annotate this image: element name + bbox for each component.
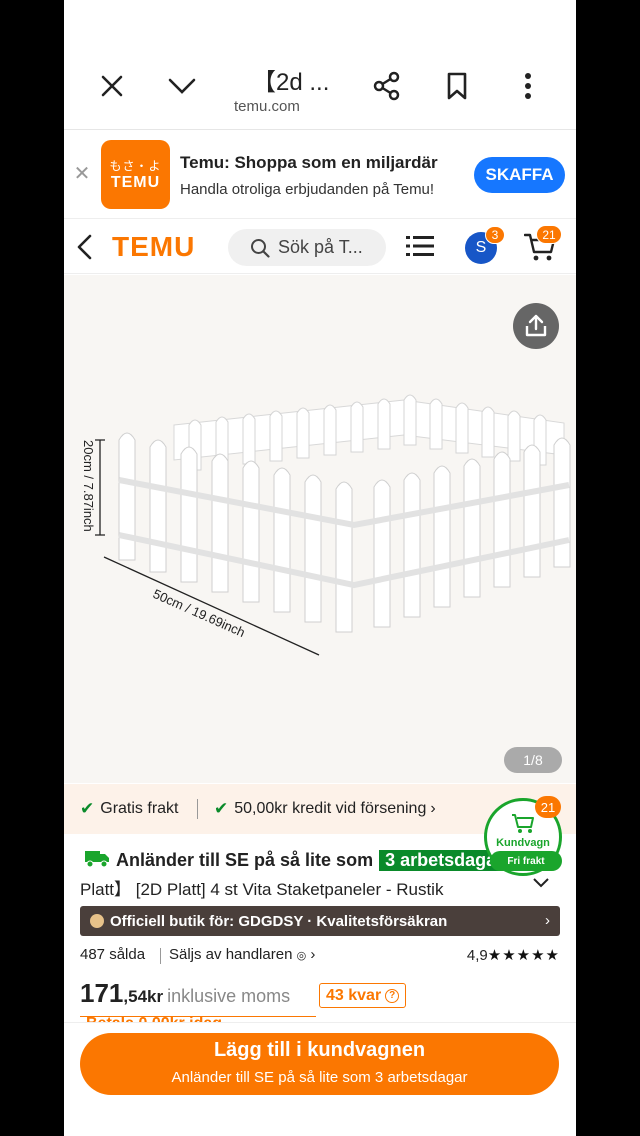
star-rating-icon: ★★★★★	[487, 947, 560, 964]
search-placeholder: Sök på T...	[278, 237, 363, 257]
verified-seal-icon	[90, 914, 104, 928]
seller-label: Säljs av handlaren	[169, 946, 293, 963]
add-to-cart-button[interactable]: Lägg till i kundvagnen Anländer till SE …	[80, 1033, 559, 1095]
price-decimal: ,54kr	[123, 987, 164, 1006]
delay-credit: ✔ 50,00kr kredit vid försening ›	[214, 799, 436, 819]
temu-app-logo: もさ・よ TEMU	[101, 140, 170, 209]
price-note: inklusive moms	[167, 986, 291, 1006]
tab-title: 【2d ...	[252, 69, 330, 96]
official-store-bar[interactable]: Officiell butik för: GDGDSY · Kvalitetsf…	[80, 906, 560, 936]
chevron-right-icon: ›	[310, 946, 316, 963]
fence-product-image: 20cm / 7.87inch 50cm / 19.69inch	[81, 394, 571, 656]
cart-count-badge: 21	[536, 225, 562, 244]
stock-label: 43 kvar	[326, 986, 382, 1004]
width-dimension-label: 50cm / 19.69inch	[151, 586, 248, 640]
share-icon[interactable]	[369, 68, 405, 104]
price-main: 171	[80, 978, 124, 1008]
product-image-carousel[interactable]: 20cm / 7.87inch 50cm / 19.69inch 1/8	[64, 275, 576, 783]
divider	[160, 948, 161, 964]
free-shipping-tag: Fri frakt	[490, 851, 562, 871]
floating-cart-badge: 21	[535, 796, 561, 818]
floating-cart-label: Kundvagn	[496, 837, 550, 849]
height-dimension-label: 20cm / 7.87inch	[81, 440, 96, 532]
seller-link[interactable]: Säljs av handlaren ◎ ›	[169, 946, 315, 963]
search-input[interactable]: Sök på T...	[228, 229, 386, 266]
more-vert-icon[interactable]	[510, 68, 546, 104]
upload-share-icon	[525, 314, 547, 337]
sold-count: 487 sålda	[80, 946, 146, 963]
store-text: Officiell butik för: GDGDSY · Kvalitetsf…	[110, 912, 448, 930]
add-to-cart-label: Lägg till i kundvagnen	[213, 1039, 426, 1061]
product-title[interactable]: Platt】 [2D Platt] 4 st Vita Staketpanele…	[80, 875, 520, 900]
search-icon	[251, 239, 270, 258]
logo-glyphs: もさ・よ	[109, 159, 162, 173]
browser-screen: 【2d ... temu.com ✕ もさ・よ TEMU Temu: Shopp…	[64, 0, 576, 1136]
stock-badge[interactable]: 43 kvar ?	[319, 983, 407, 1008]
price: 171 ,54kr inklusive moms	[80, 978, 290, 1010]
check-icon: ✔	[80, 799, 95, 818]
avatar-badge: 3	[485, 226, 505, 244]
banner-title: Temu: Shoppa som en miljardär	[180, 153, 438, 172]
get-app-button[interactable]: SKAFFA	[474, 157, 565, 193]
bookmark-icon[interactable]	[439, 68, 475, 104]
site-header: TEMU Sök på T... S 3 21	[64, 220, 576, 274]
truck-icon	[84, 848, 110, 873]
chevron-right-icon: ›	[430, 800, 436, 817]
help-icon: ?	[385, 988, 400, 1003]
free-shipping: ✔ Gratis frakt	[80, 799, 178, 819]
image-counter: 1/8	[504, 747, 562, 773]
url-text[interactable]: temu.com	[234, 98, 300, 115]
back-icon[interactable]	[74, 234, 96, 260]
category-list-icon[interactable]	[406, 234, 434, 263]
product-stats: 487 sålda Säljs av handlaren ◎ › 4,9★★★★…	[80, 946, 560, 968]
browser-toolbar: 【2d ... temu.com	[64, 40, 576, 130]
cart-icon	[512, 814, 534, 833]
free-shipping-label: Gratis frakt	[100, 800, 179, 817]
arrival-info: Anländer till SE på så lite som 3 arbets…	[84, 846, 510, 874]
chevron-down-icon[interactable]	[164, 68, 200, 104]
rating-value: 4,9	[466, 947, 488, 964]
logo-text: TEMU	[110, 174, 161, 191]
banner-subtitle: Handla otroliga erbjudanden på Temu!	[180, 181, 435, 198]
bottom-action-bar: Lägg till i kundvagnen Anländer till SE …	[64, 1022, 576, 1104]
banner-close-icon[interactable]: ✕	[72, 161, 92, 186]
seller-logo-icon: ◎	[296, 950, 307, 962]
chevron-right-icon: ›	[545, 912, 550, 929]
chevron-down-icon[interactable]	[532, 876, 550, 894]
rating[interactable]: 4,9★★★★★	[467, 946, 560, 964]
divider	[197, 799, 198, 819]
share-product-button[interactable]	[513, 303, 559, 349]
temu-logo[interactable]: TEMU	[112, 231, 195, 263]
close-icon[interactable]	[94, 68, 130, 104]
add-to-cart-sublabel: Anländer till SE på så lite som 3 arbets…	[171, 1069, 468, 1086]
check-icon: ✔	[214, 799, 229, 818]
delay-credit-label: 50,00kr kredit vid försening	[234, 800, 427, 817]
app-install-banner: ✕ もさ・よ TEMU Temu: Shoppa som en miljardä…	[64, 131, 576, 219]
arrival-text: Anländer till SE på så lite som	[116, 849, 374, 870]
